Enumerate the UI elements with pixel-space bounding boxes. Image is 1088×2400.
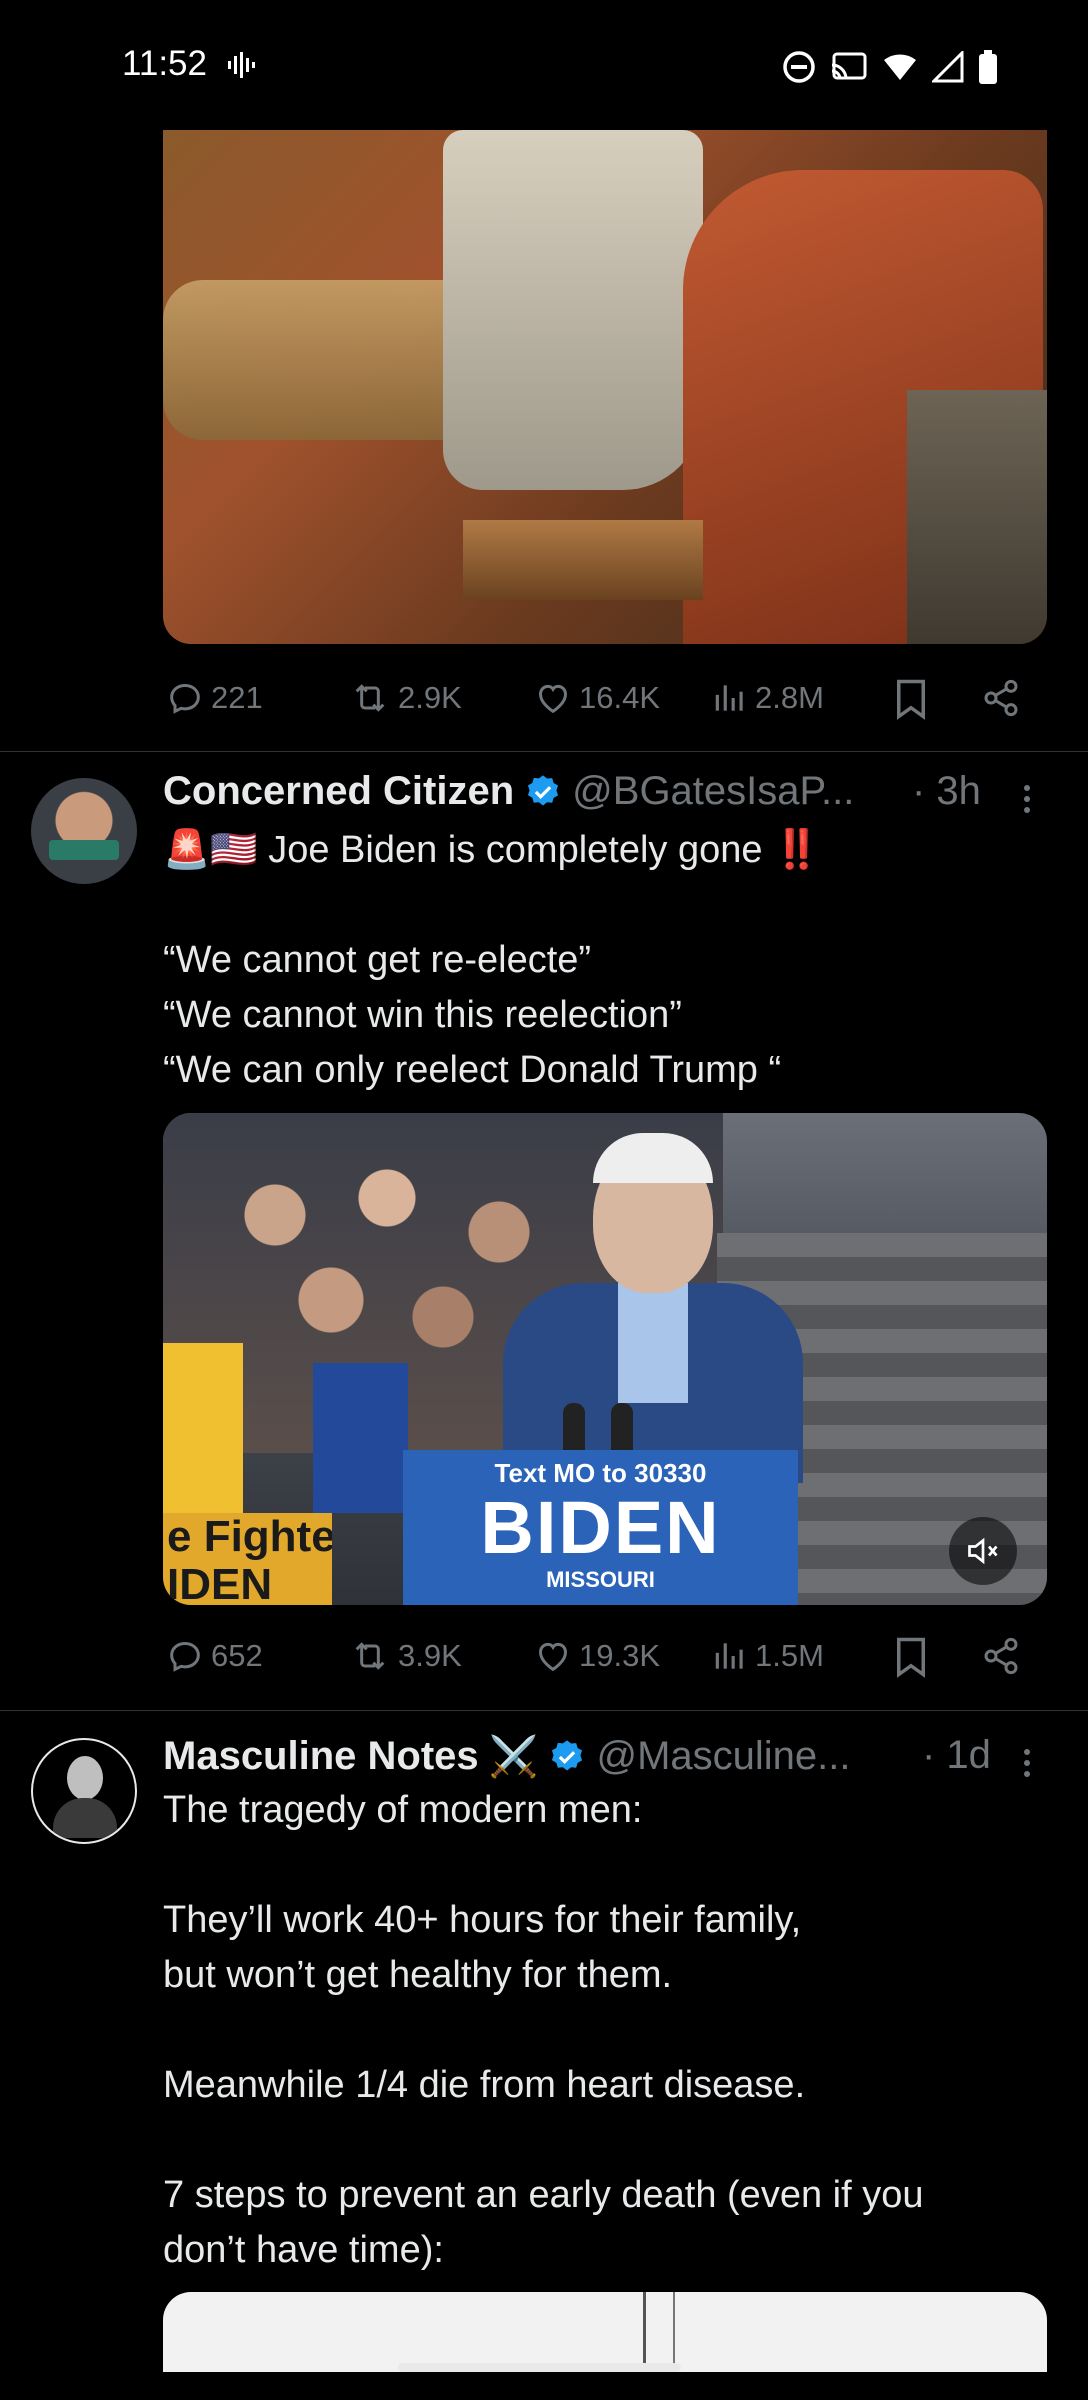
emoji-suffix: ‼️ bbox=[773, 829, 821, 871]
like-count: 16.4K bbox=[579, 680, 661, 715]
tweet-text-line bbox=[163, 878, 1043, 933]
share-button[interactable] bbox=[981, 678, 1021, 718]
author-name[interactable]: Masculine Notes bbox=[163, 1734, 479, 1779]
avatar[interactable] bbox=[31, 1738, 137, 1844]
views-count: 1.5M bbox=[755, 1638, 824, 1673]
wifi-icon bbox=[884, 54, 916, 80]
more-options-button[interactable] bbox=[1020, 1744, 1034, 1782]
share-button[interactable] bbox=[981, 1636, 1021, 1676]
reply-button[interactable]: 221 bbox=[165, 678, 263, 718]
like-count: 19.3K bbox=[579, 1638, 661, 1673]
views-count: 2.8M bbox=[755, 680, 824, 715]
tweet-actions: 221 2.9K 16.4K 2.8M bbox=[163, 668, 1023, 728]
repost-icon bbox=[355, 1642, 385, 1670]
tweet-actions: 652 3.9K 19.3K 1.5M bbox=[163, 1626, 1023, 1686]
bookmark-icon bbox=[897, 1637, 925, 1678]
share-icon bbox=[984, 679, 1018, 717]
tweet-header: Concerned Citizen @BGatesIsaP... bbox=[163, 769, 854, 814]
bookmark-icon bbox=[897, 679, 925, 720]
status-icons bbox=[782, 50, 998, 84]
tweet-text-line: 🚨🇺🇸 Joe Biden is completely gone ‼️ bbox=[163, 829, 821, 871]
tweet-video[interactable]: e Fighters IDEN Text MO to 30330 BIDEN M… bbox=[163, 1113, 1047, 1605]
reply-icon bbox=[170, 1641, 200, 1672]
tweet-text-line bbox=[163, 1838, 1043, 1893]
video-podium: Text MO to 30330 BIDEN MISSOURI bbox=[403, 1450, 798, 1605]
swords-emoji: ⚔️ bbox=[488, 1735, 539, 1779]
tweet-text-line: They’ll work 40+ hours for their family, bbox=[163, 1899, 802, 1941]
tweet-text: The tragedy of modern men: They’ll work … bbox=[163, 1783, 1043, 2278]
reply-button[interactable]: 652 bbox=[165, 1636, 263, 1676]
tweet-text-line: but won’t get healthy for them. bbox=[163, 1954, 673, 1996]
emoji-prefix: 🚨🇺🇸 bbox=[163, 829, 258, 871]
podium-state: MISSOURI bbox=[546, 1567, 655, 1592]
tweet-text-line: “We can only reelect Donald Trump “ bbox=[163, 1049, 782, 1091]
heart-icon bbox=[538, 1642, 568, 1672]
views-button[interactable]: 1.5M bbox=[711, 1636, 824, 1676]
tweet-image[interactable] bbox=[163, 2292, 1047, 2372]
repost-button[interactable]: 2.9K bbox=[348, 678, 462, 718]
tweet-text-line: 7 steps to prevent an early death (even … bbox=[163, 2174, 924, 2216]
video-sign: e Fighters IDEN bbox=[163, 1513, 332, 1605]
views-button[interactable]: 2.8M bbox=[711, 678, 824, 718]
repost-count: 3.9K bbox=[398, 1638, 462, 1673]
repost-count: 2.9K bbox=[398, 680, 462, 715]
tweet-text-line: “We cannot win this reelection” bbox=[163, 994, 682, 1036]
mute-button[interactable] bbox=[949, 1517, 1017, 1585]
divider bbox=[0, 1710, 1088, 1711]
views-icon bbox=[715, 685, 743, 711]
heart-icon bbox=[538, 684, 568, 714]
signal-icon bbox=[932, 51, 964, 83]
tweet-text-line: The tragedy of modern men: bbox=[163, 1789, 643, 1831]
avatar[interactable] bbox=[31, 778, 137, 884]
views-icon bbox=[715, 1643, 743, 1669]
tweet-image-painting[interactable] bbox=[163, 130, 1047, 644]
status-bar: 11:52 bbox=[0, 0, 1088, 130]
verified-badge-icon bbox=[528, 774, 559, 805]
tweet-text-line: Meanwhile 1/4 die from heart disease. bbox=[163, 2064, 806, 2106]
repost-button[interactable]: 3.9K bbox=[348, 1636, 462, 1676]
tweet-header: Masculine Notes ⚔️ @Masculine... bbox=[163, 1733, 851, 1780]
battery-icon bbox=[979, 50, 997, 84]
verified-badge-icon bbox=[552, 1739, 583, 1770]
divider bbox=[0, 751, 1088, 752]
sound-wave-icon bbox=[226, 50, 256, 85]
home-indicator[interactable] bbox=[398, 2363, 681, 2372]
more-options-button[interactable] bbox=[1020, 780, 1034, 818]
do-not-disturb-icon bbox=[783, 51, 815, 83]
tweet-time[interactable]: · 1d bbox=[922, 1733, 991, 1778]
repost-icon bbox=[355, 684, 385, 712]
reply-count: 221 bbox=[211, 680, 263, 715]
author-handle[interactable]: @BGatesIsaP... bbox=[572, 769, 854, 814]
tweet-text-line: don’t have time): bbox=[163, 2229, 444, 2271]
like-button[interactable]: 16.4K bbox=[533, 678, 660, 718]
tweet-text-line: “We cannot get re-electe” bbox=[163, 939, 592, 981]
reply-count: 652 bbox=[211, 1638, 263, 1673]
status-time: 11:52 bbox=[122, 44, 207, 83]
author-handle[interactable]: @Masculine... bbox=[596, 1734, 850, 1779]
author-name[interactable]: Concerned Citizen bbox=[163, 769, 514, 814]
volume-muted-icon bbox=[968, 1537, 998, 1565]
bookmark-button[interactable] bbox=[893, 678, 929, 720]
tweet-time[interactable]: · 3h bbox=[912, 769, 981, 814]
share-icon bbox=[984, 1637, 1018, 1675]
tweet-text: 🚨🇺🇸 Joe Biden is completely gone ‼️ “We … bbox=[163, 823, 1043, 1098]
cast-icon bbox=[831, 52, 867, 80]
tweet-text-line bbox=[163, 2113, 1043, 2168]
tweet-text-line bbox=[163, 2003, 1043, 2058]
bookmark-button[interactable] bbox=[893, 1636, 929, 1678]
podium-text: Text MO to 30330 bbox=[494, 1458, 707, 1488]
like-button[interactable]: 19.3K bbox=[533, 1636, 660, 1676]
podium-name: BIDEN bbox=[480, 1486, 721, 1569]
reply-icon bbox=[170, 683, 200, 714]
